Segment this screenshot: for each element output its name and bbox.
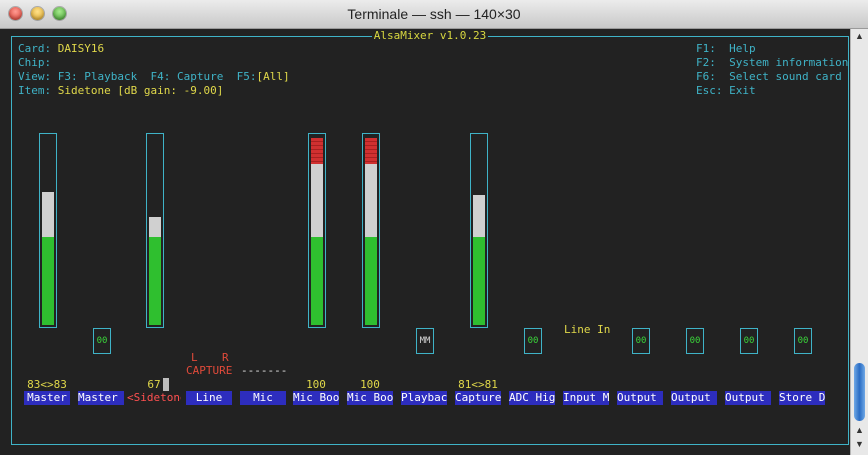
text-cursor [163,378,169,391]
capture-dashes: ------- [241,364,288,377]
channel-gauge[interactable] [146,133,164,328]
channel-switch[interactable]: 00 [794,328,812,354]
channel-gauge[interactable] [308,133,326,328]
help-item: Esc: Exit [696,84,756,97]
view-capture[interactable]: F4: Capture [150,70,223,83]
card-line: Card: DAISY16 [18,42,105,55]
view-playback[interactable]: F3: Playback [58,70,137,83]
mixer-title: AlsaMixer v1.0.23 [371,29,489,42]
channel-label[interactable]: Line [186,391,232,405]
channel-gauge[interactable] [39,133,57,328]
channel-switch[interactable]: 00 [632,328,650,354]
channel-label[interactable]: Mic Boos [293,391,339,405]
line-in-label: Line In [564,323,611,336]
level-white [473,195,485,237]
channel-switch[interactable]: 00 [740,328,758,354]
channel-label[interactable]: Master [24,391,70,405]
scroll-down-icon[interactable]: ▼ [855,439,864,449]
channel-label[interactable]: Output M [671,391,717,405]
view-all[interactable]: [All] [256,70,289,83]
level-white [365,164,377,237]
window-title: Terminale — ssh — 140×30 [347,6,521,22]
level-red [311,138,323,164]
terminal[interactable]: AlsaMixer v1.0.23 Card: DAISY16 Chip: Vi… [0,29,850,455]
channel-label[interactable]: <Sidetone> [127,391,181,405]
channel-value: 83<>83 [27,378,67,391]
chip-line: Chip: [18,56,52,69]
level-white [311,164,323,237]
item-value: Sidetone [dB gain: -9.00] [57,84,224,97]
scroll-up-icon[interactable]: ▲ [855,31,864,41]
channel-label[interactable]: Mic [240,391,286,405]
scroll-up-icon[interactable]: ▲ [855,425,864,435]
level-red [365,138,377,164]
scrollbar[interactable]: ▲ ▲ ▼ [850,29,868,455]
channel-label[interactable]: Output M [725,391,771,405]
level-green [473,237,485,325]
window-titlebar: Terminale — ssh — 140×30 [0,0,868,29]
level-white [149,217,161,237]
channel-label[interactable]: Store DC [779,391,825,405]
level-white [42,192,54,237]
channel-label[interactable]: Output M [617,391,663,405]
help-item: F1: Help [696,42,756,55]
channel-switch[interactable]: 00 [524,328,542,354]
channel-label[interactable]: Input Mu [563,391,609,405]
channel-label[interactable]: Master P [78,391,124,405]
capture-label: CAPTURE [186,364,233,377]
channel-gauge[interactable] [362,133,380,328]
channel-value: 81<>81 [458,378,498,391]
card-value: DAISY16 [57,42,105,55]
channel-label[interactable]: Mic Boos [347,391,393,405]
help-item: F6: Select sound card [696,70,842,83]
scroll-thumb[interactable] [854,363,865,421]
channel-value: 100 [306,378,326,391]
level-green [149,237,161,325]
channel-value: 100 [360,378,380,391]
item-line: Item: Sidetone [dB gain: -9.00] [18,84,224,97]
help-item: F2: System information [696,56,849,69]
level-green [311,237,323,325]
channel-label[interactable]: Capture [455,391,501,405]
channel-value: 67 [147,378,161,391]
channel-gauge[interactable] [470,133,488,328]
channel-switch[interactable]: 00 [93,328,111,354]
channel-switch[interactable]: MM [416,328,434,354]
channel-label[interactable]: ADC High [509,391,555,405]
channel-label[interactable]: Playback [401,391,447,405]
level-green [42,237,54,325]
capture-r: R [222,351,229,364]
view-line: View: F3: Playback F4: Capture F5:[All] [18,70,290,83]
capture-l: L [191,351,198,364]
level-green [365,237,377,325]
channel-switch[interactable]: 00 [686,328,704,354]
